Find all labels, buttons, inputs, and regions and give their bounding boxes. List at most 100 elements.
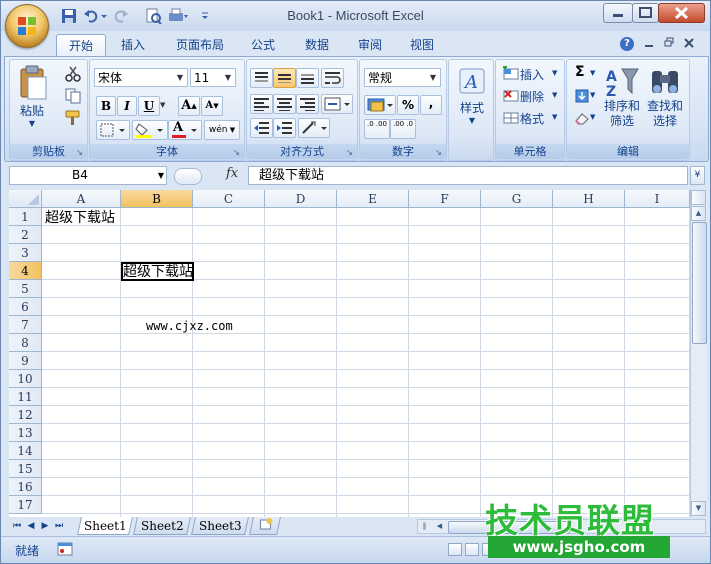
- name-box[interactable]: B4 ▼: [9, 166, 167, 185]
- font-size-combo[interactable]: 11 ▼: [190, 68, 236, 87]
- tab-insert[interactable]: 插入: [111, 34, 155, 56]
- column-header-g[interactable]: G: [481, 190, 553, 208]
- tab-home[interactable]: 开始: [56, 34, 106, 57]
- borders-button[interactable]: [96, 120, 130, 140]
- column-header-f[interactable]: F: [409, 190, 481, 208]
- format-painter-button[interactable]: [62, 108, 84, 128]
- accounting-format-button[interactable]: [364, 95, 396, 115]
- column-header-b[interactable]: B: [121, 190, 193, 208]
- row-header-12[interactable]: 12: [9, 406, 42, 424]
- sheet-tab-2[interactable]: Sheet2: [133, 517, 191, 535]
- macro-record-icon[interactable]: [57, 541, 73, 557]
- bold-button[interactable]: B: [96, 96, 116, 116]
- tab-formulas[interactable]: 公式: [243, 34, 283, 56]
- row-header-6[interactable]: 6: [9, 298, 42, 316]
- increase-indent-button[interactable]: [273, 118, 296, 138]
- workbook-minimize-icon[interactable]: [643, 36, 655, 50]
- paste-dropdown-icon[interactable]: ▼: [15, 119, 49, 128]
- tab-page-layout[interactable]: 页面布局: [167, 34, 233, 56]
- decrease-indent-button[interactable]: [250, 118, 273, 138]
- clipboard-launcher-icon[interactable]: ↘: [75, 148, 84, 157]
- column-header-e[interactable]: E: [337, 190, 409, 208]
- decrease-decimal-button[interactable]: .00 .0: [390, 119, 416, 139]
- insert-sheet-tab[interactable]: [249, 517, 281, 535]
- fill-color-button[interactable]: [132, 120, 168, 140]
- row-header-3[interactable]: 3: [9, 244, 42, 262]
- row-header-4[interactable]: 4: [9, 262, 42, 280]
- row-header-5[interactable]: 5: [9, 280, 42, 298]
- row-header-1[interactable]: 1: [9, 208, 42, 226]
- chevron-down-icon[interactable]: ▼: [222, 70, 234, 85]
- italic-button[interactable]: I: [117, 96, 137, 116]
- last-sheet-icon[interactable]: ⏭: [53, 520, 65, 532]
- normal-view-icon[interactable]: [448, 543, 462, 556]
- wrap-text-button[interactable]: [321, 68, 344, 88]
- cell-a1[interactable]: 超级下载站: [45, 209, 115, 227]
- close-button[interactable]: [658, 3, 705, 23]
- percent-button[interactable]: %: [397, 95, 419, 115]
- align-bottom-button[interactable]: [296, 68, 319, 88]
- worksheet-grid[interactable]: ABCDEFGHI 1 2 3 4 5 6 7 8 9 10 11 12 13 14 15 16 17 超级下载…: [9, 190, 690, 517]
- vertical-scrollbar[interactable]: ▲ ▼: [690, 190, 707, 517]
- row-header-16[interactable]: 16: [9, 478, 42, 496]
- tab-split-handle[interactable]: ‖: [418, 520, 431, 533]
- help-icon[interactable]: ?: [620, 37, 634, 51]
- first-sheet-icon[interactable]: ⏮: [11, 520, 23, 532]
- expand-formula-bar-icon[interactable]: ¥: [690, 166, 705, 185]
- sheet-tab-3[interactable]: Sheet3: [191, 517, 249, 535]
- autosum-button[interactable]: Σ ▼: [570, 64, 600, 84]
- merge-center-button[interactable]: [321, 94, 353, 114]
- minimize-button[interactable]: [603, 3, 633, 23]
- align-right-button[interactable]: [296, 94, 319, 114]
- find-select-button[interactable]: 查找和 选择: [644, 64, 686, 142]
- row-header-14[interactable]: 14: [9, 442, 42, 460]
- align-top-button[interactable]: [250, 68, 273, 88]
- split-box-icon[interactable]: [691, 190, 706, 205]
- row-header-9[interactable]: 9: [9, 352, 42, 370]
- phonetic-guide-button[interactable]: wén ▼: [204, 120, 240, 140]
- prev-sheet-icon[interactable]: ◀: [25, 520, 37, 532]
- align-middle-button[interactable]: [273, 68, 296, 88]
- font-name-combo[interactable]: 宋体 ▼: [94, 68, 188, 87]
- tab-review[interactable]: 审阅: [350, 34, 390, 56]
- underline-button[interactable]: U: [138, 96, 160, 116]
- column-header-c[interactable]: C: [193, 190, 265, 208]
- row-header-2[interactable]: 2: [9, 226, 42, 244]
- copy-button[interactable]: [62, 86, 84, 106]
- row-header-10[interactable]: 10: [9, 370, 42, 388]
- sheet-tab-1[interactable]: Sheet1: [77, 517, 133, 535]
- underline-dropdown-icon[interactable]: ▼: [160, 101, 165, 109]
- row-header-15[interactable]: 15: [9, 460, 42, 478]
- number-format-combo[interactable]: 常规 ▼: [364, 68, 441, 87]
- cell-b7[interactable]: www.cjxz.com: [146, 317, 233, 335]
- row-header-13[interactable]: 13: [9, 424, 42, 442]
- scroll-up-icon[interactable]: ▲: [691, 206, 706, 221]
- orientation-button[interactable]: [298, 118, 330, 138]
- scroll-thumb[interactable]: [692, 222, 707, 344]
- tab-data[interactable]: 数据: [297, 34, 337, 56]
- next-sheet-icon[interactable]: ▶: [39, 520, 51, 532]
- scroll-left-icon[interactable]: ◀: [433, 520, 446, 533]
- column-header-h[interactable]: H: [553, 190, 625, 208]
- styles-button[interactable]: A 样式 ▼: [453, 64, 491, 142]
- row-header-8[interactable]: 8: [9, 334, 42, 352]
- delete-cells-button[interactable]: 删除 ▼: [499, 86, 563, 106]
- insert-cells-button[interactable]: 插入 ▼: [499, 64, 563, 84]
- grow-font-button[interactable]: A▲: [178, 96, 200, 116]
- clear-button[interactable]: ▼: [570, 108, 600, 128]
- comma-button[interactable]: ,: [420, 95, 442, 115]
- workbook-close-icon[interactable]: [683, 36, 695, 50]
- formula-input[interactable]: 超级下载站: [248, 166, 688, 185]
- sort-filter-button[interactable]: AZ 排序和 筛选: [601, 64, 643, 142]
- column-header-a[interactable]: A: [42, 190, 121, 208]
- chevron-down-icon[interactable]: ▼: [174, 70, 186, 85]
- insert-function-icon[interactable]: fx: [226, 166, 238, 181]
- column-header-i[interactable]: I: [625, 190, 690, 208]
- shrink-font-button[interactable]: A▼: [201, 96, 223, 116]
- number-launcher-icon[interactable]: ↘: [434, 148, 443, 157]
- cut-button[interactable]: [62, 64, 84, 84]
- select-all-corner[interactable]: [9, 190, 42, 208]
- maximize-button[interactable]: [632, 3, 659, 23]
- tab-view[interactable]: 视图: [402, 34, 442, 56]
- page-layout-view-icon[interactable]: [465, 543, 479, 556]
